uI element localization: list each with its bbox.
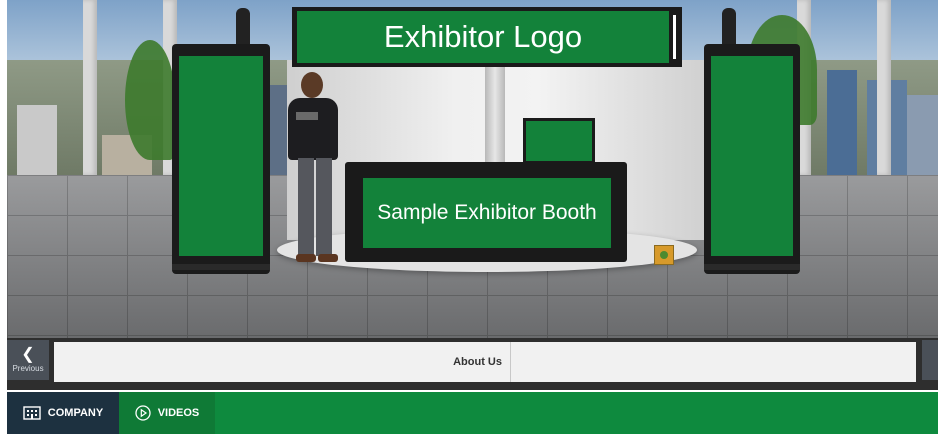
app-frame: Exhibitor Logo Sample Exhibitor Booth ❮ <box>7 0 938 434</box>
banner-left-cap <box>236 8 250 48</box>
representative-shoe <box>318 254 338 262</box>
representative-leg <box>316 158 332 256</box>
banner-left[interactable] <box>172 44 270 274</box>
representative-sweater <box>288 98 338 160</box>
representative-head <box>301 72 323 98</box>
section-tab-strip: About Us <box>54 342 916 382</box>
previous-button[interactable]: ❮ Previous <box>7 340 49 380</box>
previous-label: Previous <box>12 363 44 373</box>
plant-left <box>125 40 175 160</box>
sign-edge-highlight <box>673 15 676 59</box>
banner-left-face <box>179 56 263 256</box>
menu-videos-label: VIDEOS <box>157 407 200 419</box>
representative-leg <box>298 158 314 256</box>
section-nav-bar: ❮ Previous About Us <box>7 338 938 390</box>
booth-monitor[interactable] <box>523 118 595 164</box>
exhibitor-logo-sign[interactable]: Exhibitor Logo <box>292 7 682 67</box>
chevron-left-icon: ❮ <box>21 345 35 363</box>
banner-left-foot <box>172 264 270 270</box>
next-button[interactable] <box>922 340 938 380</box>
window-pillar <box>83 0 97 175</box>
tab-divider <box>510 342 511 382</box>
monitor-screen <box>526 121 592 161</box>
representative-shoe <box>296 254 316 262</box>
exhibitor-logo-text: Exhibitor Logo <box>297 11 669 63</box>
giveaway-box-icon <box>660 251 668 259</box>
booth-scene: Exhibitor Logo Sample Exhibitor Booth <box>7 0 938 338</box>
booth-representative[interactable] <box>282 72 344 264</box>
building-icon <box>23 406 41 420</box>
booth-menu-bar: COMPANY VIDEOS <box>7 392 938 434</box>
sweater-logo <box>296 112 318 120</box>
banner-right[interactable] <box>704 44 800 274</box>
window-pillar <box>877 0 891 175</box>
giveaway-box[interactable] <box>654 245 674 265</box>
menu-company[interactable]: COMPANY <box>7 392 119 434</box>
banner-right-foot <box>704 264 800 270</box>
menu-videos[interactable]: VIDEOS <box>119 392 215 434</box>
banner-right-cap <box>722 8 736 48</box>
banner-right-face <box>711 56 793 256</box>
booth-desk-sign: Sample Exhibitor Booth <box>363 178 611 248</box>
booth-desk[interactable]: Sample Exhibitor Booth <box>345 162 627 262</box>
menu-company-label: COMPANY <box>47 407 104 419</box>
tab-about-us[interactable]: About Us <box>54 342 510 382</box>
play-circle-icon <box>135 405 151 421</box>
